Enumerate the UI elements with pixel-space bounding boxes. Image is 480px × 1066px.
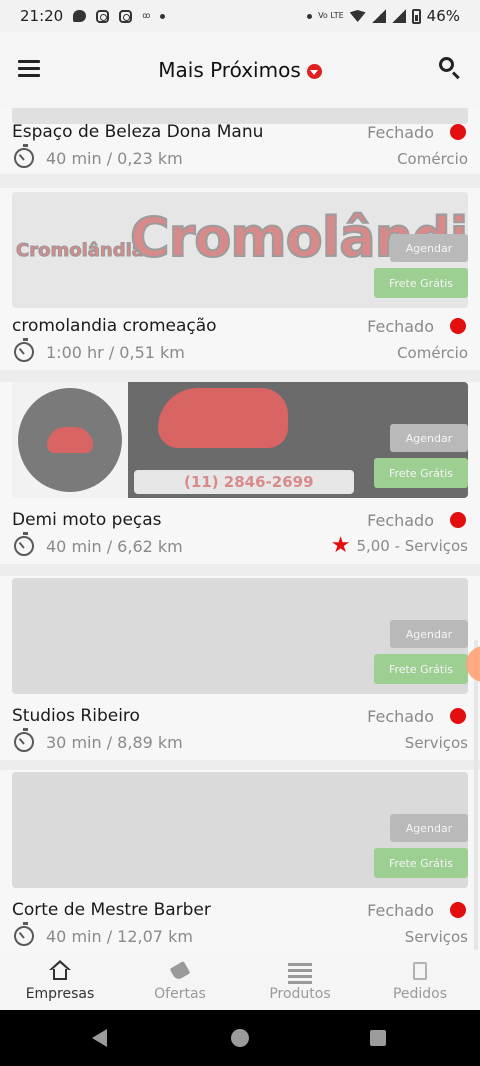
signal-icon (371, 9, 386, 23)
signal-icon-2 (391, 9, 406, 23)
schedule-tag[interactable]: Agendar (390, 424, 468, 452)
closed-indicator-icon (450, 902, 466, 918)
location-filter-dropdown[interactable]: Mais Próximos (158, 58, 322, 82)
phone-banner: (11) 2846-2699 (134, 470, 354, 494)
search-icon[interactable] (438, 56, 462, 80)
schedule-tag[interactable]: Agendar (390, 814, 468, 842)
business-image: Agendar Frete Grátis (12, 772, 468, 888)
wifi-icon (349, 10, 366, 22)
logo-badge (12, 382, 128, 498)
business-status: Fechado (367, 123, 434, 142)
home-icon (48, 960, 72, 982)
system-navigation-bar (0, 1010, 480, 1066)
closed-indicator-icon (450, 708, 466, 724)
tab-label: Pedidos (392, 986, 448, 1002)
status-dot-icon (307, 13, 313, 19)
chat-notification-icon (73, 10, 87, 22)
schedule-tag[interactable]: Agendar (390, 234, 468, 262)
distance-time: 40 min / 6,62 km (46, 536, 183, 556)
timer-icon (14, 532, 34, 556)
tab-empresas[interactable]: Empresas (0, 952, 120, 1010)
free-shipping-tag: Frete Grátis (374, 848, 468, 878)
tab-pedidos[interactable]: Pedidos (360, 952, 480, 1010)
more-notifications-dot-icon (160, 13, 166, 19)
business-category: Comércio (397, 150, 468, 168)
business-name: Corte de Mestre Barber (12, 900, 211, 920)
distance-time: 1:00 hr / 0,51 km (46, 342, 185, 362)
tab-label: Empresas (25, 986, 95, 1002)
document-icon (408, 960, 432, 982)
business-status: Fechado (367, 707, 434, 726)
business-category: Serviços (404, 734, 468, 752)
list-item[interactable]: Agendar Frete Grátis Corte de Mestre Bar… (0, 770, 480, 952)
timer-icon (14, 144, 34, 168)
business-status: Fechado (367, 317, 434, 336)
business-name: cromolandia cromeação (12, 316, 217, 336)
logo-text-small: Cromolândia (16, 240, 145, 262)
business-name: Demi moto peças (12, 510, 162, 530)
volte-indicator: Vo LTE (318, 11, 344, 20)
closed-indicator-icon (450, 124, 466, 140)
page-title: Mais Próximos (158, 58, 301, 82)
free-shipping-tag: Frete Grátis (374, 268, 468, 298)
tab-label: Produtos (269, 986, 331, 1002)
closed-indicator-icon (450, 512, 466, 528)
distance-time: 40 min / 12,07 km (46, 926, 193, 946)
home-button-icon[interactable] (231, 1029, 249, 1047)
business-image: (11) 2846-2699 Agendar Frete Grátis (12, 382, 468, 498)
list-item[interactable]: (11) 2846-2699 Agendar Frete Grátis Demi… (0, 382, 480, 564)
back-icon[interactable] (92, 1029, 107, 1047)
schedule-tag[interactable]: Agendar (390, 620, 468, 648)
business-category: Serviços (404, 928, 468, 946)
battery-level: 46% (426, 7, 460, 25)
star-icon: ★ (330, 533, 351, 558)
instagram-notification-icon-2 (119, 9, 133, 23)
business-image: Agendar Frete Grátis (12, 578, 468, 694)
motorcycle-icon (47, 427, 93, 453)
distance-time: 40 min / 0,23 km (46, 148, 183, 168)
list-item[interactable]: Espaço de Beleza Dona Manu Fechado 40 mi… (0, 108, 480, 174)
chevron-down-icon (306, 64, 322, 79)
menu-icon[interactable] (18, 60, 40, 78)
instagram-notification-icon (96, 9, 110, 23)
scrollbar[interactable] (474, 640, 478, 950)
tab-ofertas[interactable]: Ofertas (120, 952, 240, 1010)
status-time: 21:20 (20, 7, 64, 25)
closed-indicator-icon (450, 318, 466, 334)
checklist-icon (288, 960, 312, 984)
timer-icon (14, 728, 34, 752)
business-status: Fechado (367, 901, 434, 920)
business-category: Comércio (397, 344, 468, 362)
motorcycle-graphic (158, 388, 288, 448)
timer-icon (14, 922, 34, 946)
status-bar: 21:20 ꝏ Vo LTE 46% (0, 0, 480, 32)
business-status: Fechado (367, 511, 434, 530)
battery-icon (411, 8, 421, 24)
tag-icon (168, 960, 192, 982)
misc-notification-icon: ꝏ (142, 11, 151, 20)
business-name: Studios Ribeiro (12, 706, 140, 726)
timer-icon (14, 338, 34, 362)
distance-time: 30 min / 8,89 km (46, 732, 183, 752)
rating-category: 5,00 - Serviços (356, 537, 468, 555)
free-shipping-tag: Frete Grátis (374, 458, 468, 488)
app-header: Mais Próximos (0, 32, 480, 108)
tab-label: Ofertas (154, 986, 206, 1002)
business-name: Espaço de Beleza Dona Manu (12, 122, 264, 142)
list-item[interactable]: Agendar Frete Grátis Studios Ribeiro Fec… (0, 576, 480, 760)
free-shipping-tag: Frete Grátis (374, 654, 468, 684)
business-image: Cromolândia Cromolândia Agendar Frete Gr… (12, 192, 468, 308)
tab-produtos[interactable]: Produtos (240, 952, 360, 1010)
business-list: Espaço de Beleza Dona Manu Fechado 40 mi… (0, 108, 480, 952)
list-item[interactable]: Cromolândia Cromolândia Agendar Frete Gr… (0, 188, 480, 370)
bottom-navigation: Empresas Ofertas Produtos Pedidos (0, 952, 480, 1010)
recents-icon[interactable] (370, 1030, 386, 1046)
